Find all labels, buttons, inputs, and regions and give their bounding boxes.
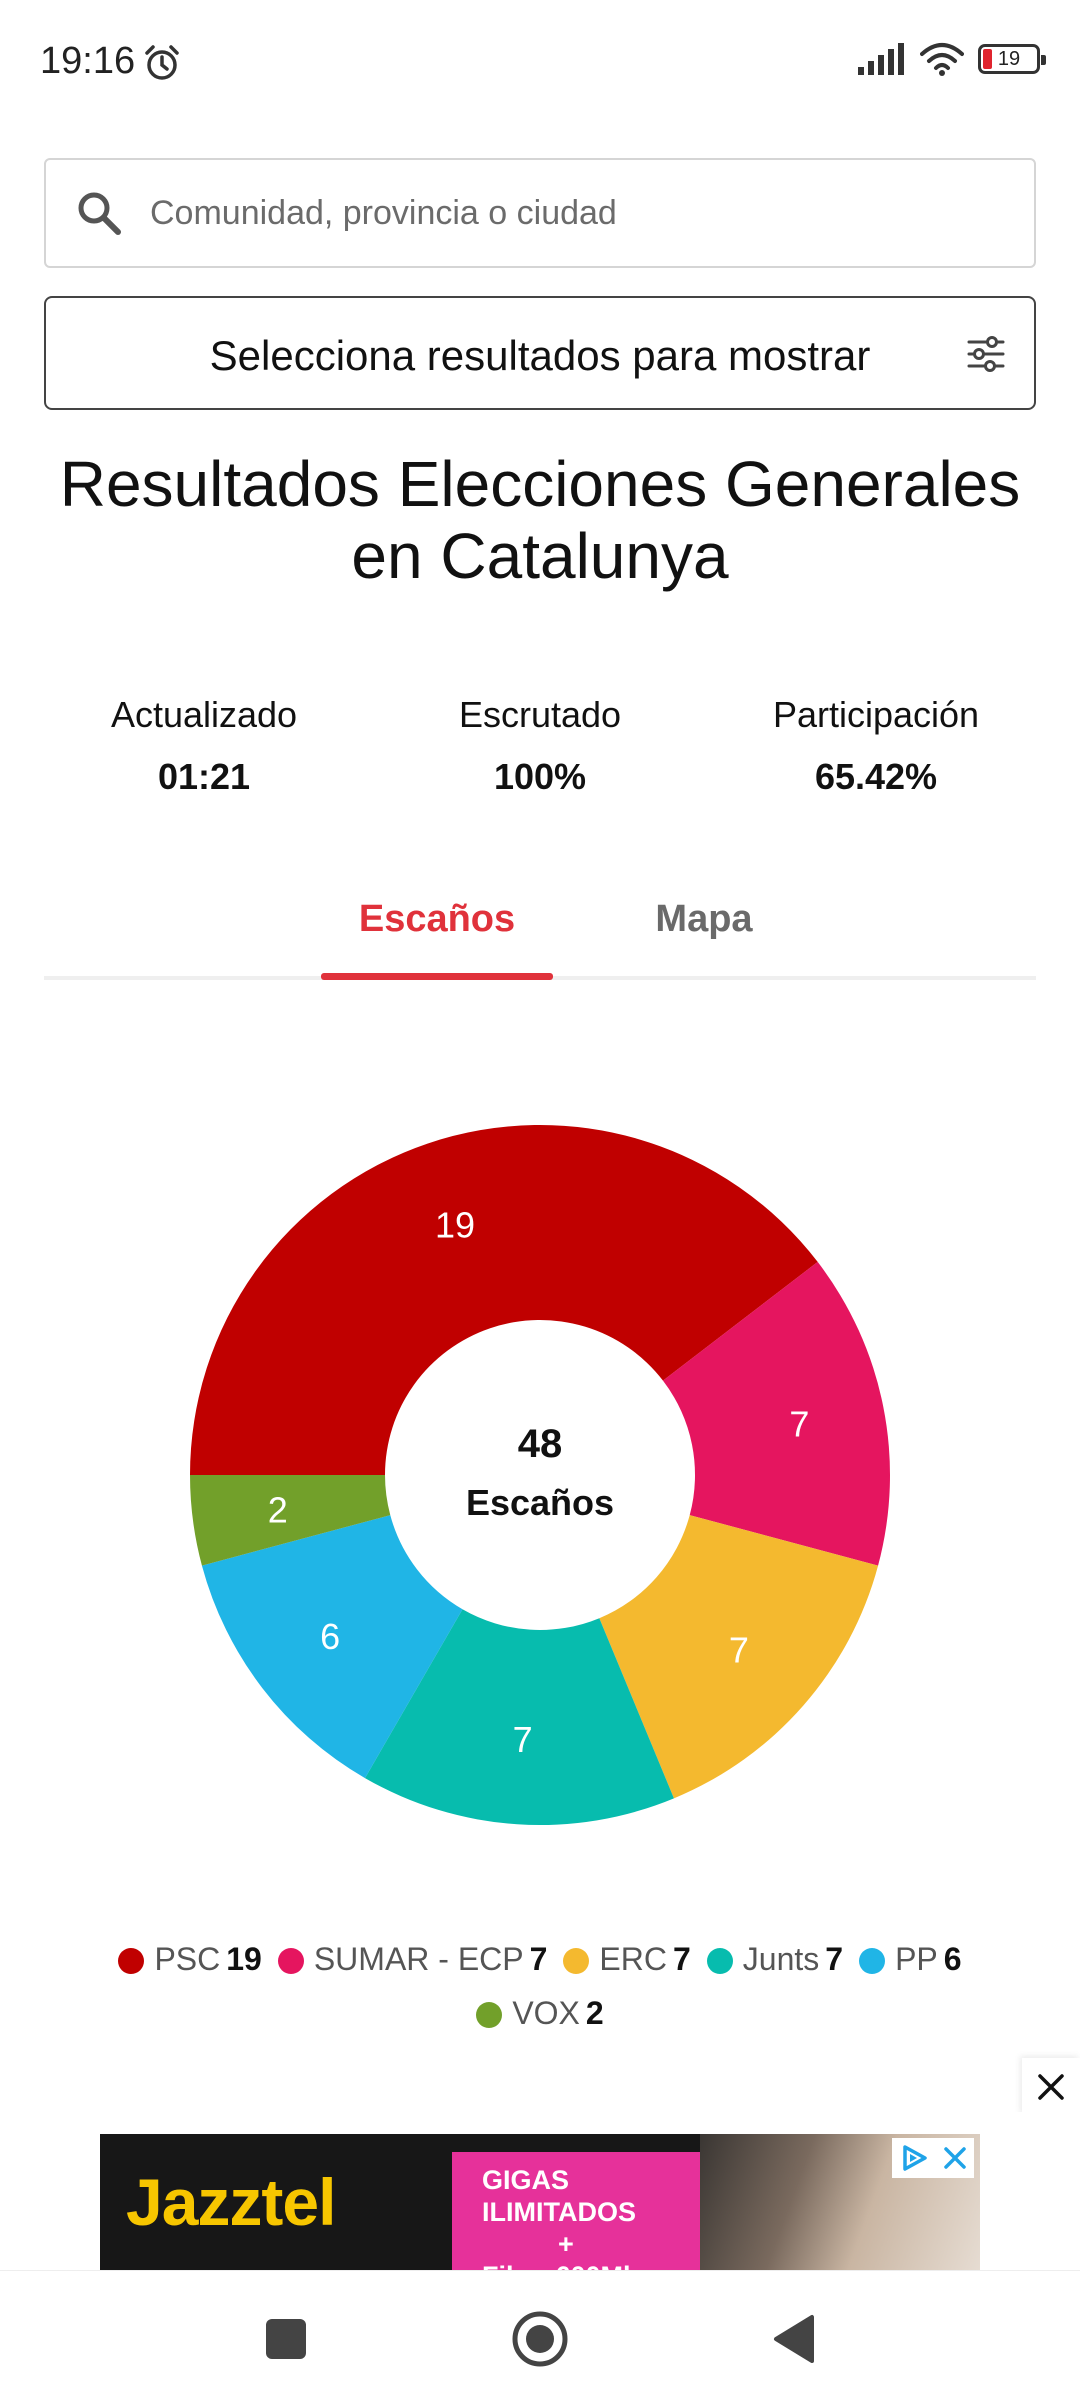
slice-value-label: 6 (320, 1616, 340, 1657)
ad-container: Jazztel GIGAS ILIMITADOS + Fibra 600Mb (0, 2112, 1080, 2270)
signal-icon (858, 43, 904, 75)
legend-label: SUMAR - ECP (313, 1941, 524, 1977)
search-box[interactable] (44, 158, 1036, 268)
ad-banner[interactable]: Jazztel GIGAS ILIMITADOS + Fibra 600Mb (100, 2134, 980, 2270)
alarm-clock-icon (145, 45, 179, 80)
wifi-icon (920, 43, 964, 76)
center-label: Escaños (466, 1482, 614, 1523)
ad-close-button[interactable] (1022, 2058, 1080, 2116)
legend-value: 7 (672, 1941, 691, 1977)
legend-label: ERC (599, 1941, 667, 1977)
legend-value: 7 (825, 1941, 844, 1977)
results-selector-label: Selecciona resultados para mostrar (209, 332, 871, 379)
stat-scrutinized: Escrutado 100% (390, 694, 690, 798)
center-total: 48 (518, 1422, 563, 1466)
legend-item: PP 6 (859, 1932, 962, 1986)
status-time: 19:16 (40, 40, 136, 82)
results-selector-button[interactable]: Selecciona resultados para mostrar (44, 296, 1036, 410)
legend-value: 7 (529, 1941, 548, 1977)
stat-updated: Actualizado 01:21 (54, 694, 354, 798)
sliders-icon (967, 336, 1005, 372)
stat-label: Actualizado (110, 694, 298, 735)
close-icon (944, 2147, 966, 2169)
legend-value: 2 (585, 1995, 604, 2031)
square-icon[interactable] (264, 2317, 308, 2361)
legend-color-dot (706, 1948, 733, 1974)
slice-value-label: 19 (435, 1205, 475, 1246)
legend-item: ERC 7 (563, 1932, 691, 1986)
stat-participation: Participación 65.42% (726, 694, 1026, 798)
close-icon (1038, 2074, 1064, 2100)
ad-offer-text: GIGAS ILIMITADOS + Fibra 600Mb (482, 2164, 640, 2270)
legend-color-dot (118, 1948, 145, 1974)
legend-color-dot (476, 2002, 503, 2028)
tab-bar: Escaños Mapa (44, 880, 1036, 980)
page-title: Resultados Elecciones Generales en Catal… (59, 448, 1021, 592)
tab-escanos[interactable]: Escaños (321, 898, 553, 941)
chart-legend: PSC 19 SUMAR - ECP 7 ERC 7 Junts 7 PP 6 VOX 2 (40, 1932, 1040, 2040)
slice-value-label: 7 (789, 1403, 809, 1444)
stat-value: 65.42% (814, 756, 938, 797)
triangle-back-icon[interactable] (770, 2313, 816, 2365)
seats-chart: 19 7 7 7 6 2 48 Escaños (0, 1060, 1080, 1840)
system-navigation-bar (0, 2270, 1080, 2401)
search-icon (78, 192, 121, 235)
ad-choices-icon (903, 2145, 927, 2171)
legend-item: VOX 2 (476, 1986, 604, 2040)
battery-icon: 19 (978, 44, 1046, 74)
battery-level: 19 (997, 47, 1021, 70)
legend-label: PSC (154, 1941, 221, 1977)
stat-label: Escrutado (458, 694, 622, 735)
legend-color-dot (563, 1948, 590, 1974)
legend-item: SUMAR - ECP 7 (277, 1932, 548, 1986)
legend-label: PP (895, 1941, 938, 1977)
ad-headline: + (558, 2229, 574, 2259)
ad-headline: Fibra 600Mb (482, 2260, 640, 2270)
ad-headline: GIGAS (482, 2165, 570, 2195)
legend-label: VOX (512, 1995, 580, 2031)
legend-item: PSC 19 (118, 1932, 262, 1986)
tab-mapa[interactable]: Mapa (588, 898, 820, 941)
search-input[interactable] (148, 192, 972, 234)
legend-color-dot (277, 1948, 304, 1974)
seats-donut-chart: 19 7 7 7 6 2 48 Escaños (190, 1125, 890, 1825)
active-tab-indicator (321, 973, 553, 980)
slice-value-label: 7 (729, 1629, 749, 1670)
legend-label: Junts (742, 1941, 820, 1977)
circle-icon[interactable] (510, 2309, 570, 2369)
legend-item: Junts 7 (706, 1932, 844, 1986)
status-icons: 19 (858, 42, 1046, 76)
stat-label: Participación (772, 694, 980, 735)
stat-value: 01:21 (157, 756, 251, 797)
legend-value: 19 (226, 1941, 262, 1977)
ad-brand: Jazztel (126, 2165, 336, 2239)
ad-choices[interactable] (892, 2138, 974, 2178)
slice-value-label: 2 (268, 1490, 288, 1531)
legend-color-dot (859, 1948, 886, 1974)
legend-value: 6 (943, 1941, 962, 1977)
ad-offer-box: GIGAS ILIMITADOS + Fibra 600Mb (452, 2152, 700, 2270)
slice-value-label: 7 (513, 1719, 533, 1760)
ad-headline: ILIMITADOS (482, 2197, 636, 2227)
status-bar: 19:16 19 (0, 0, 1080, 130)
stat-value: 100% (493, 756, 587, 797)
